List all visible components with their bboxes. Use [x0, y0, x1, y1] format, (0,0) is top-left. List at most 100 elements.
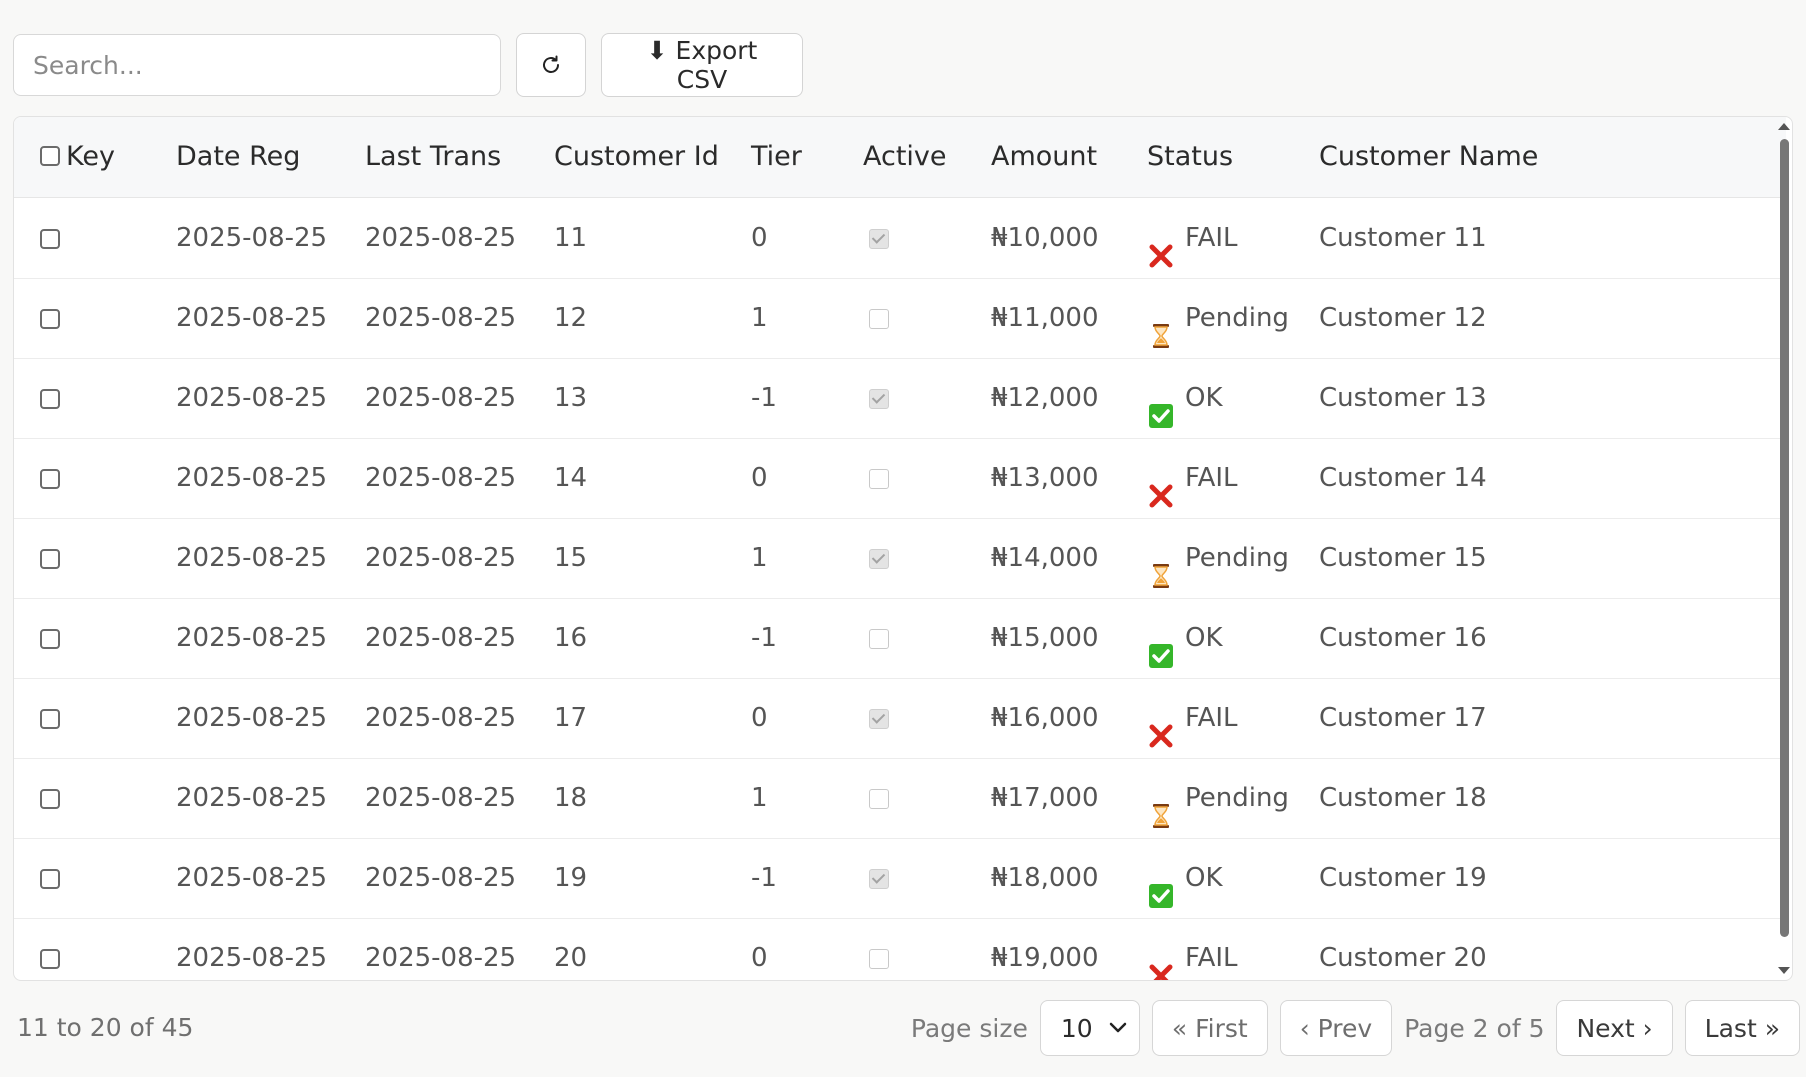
cell-last-trans: 2025-08-25 [365, 463, 517, 493]
row-select-checkbox[interactable] [40, 438, 60, 518]
column-header-amount[interactable]: Amount [991, 117, 1097, 197]
cell-amount: ₦11,000 [991, 303, 1099, 333]
cell-tier: 0 [751, 703, 768, 733]
refresh-button[interactable] [516, 33, 586, 97]
table-row[interactable]: 2025-08-25 2025-08-25 16 -1 ₦15,000 OK Custome… [14, 598, 1786, 679]
status-text: OK [1185, 863, 1223, 893]
first-page-button[interactable]: « First [1151, 1000, 1268, 1056]
export-csv-button[interactable]: ⬇ Export CSV [601, 33, 803, 97]
vertical-scrollbar[interactable] [1778, 117, 1790, 980]
check-mark-icon [1147, 862, 1175, 908]
row-select-checkbox[interactable] [40, 918, 60, 980]
status-text: Pending [1185, 303, 1289, 333]
cell-amount: ₦10,000 [991, 223, 1099, 253]
row-select-checkbox[interactable] [40, 838, 60, 918]
row-select-checkbox[interactable] [40, 358, 60, 438]
prev-page-button[interactable]: ‹ Prev [1279, 1000, 1393, 1056]
column-header-key[interactable]: Key [40, 117, 115, 197]
cell-customer-id: 11 [554, 223, 588, 253]
row-checkbox[interactable] [40, 788, 60, 809]
cell-status: Pending [1147, 278, 1289, 358]
last-page-button[interactable]: Last » [1684, 1000, 1800, 1056]
active-unchecked-checkbox [869, 948, 889, 969]
row-checkbox[interactable] [40, 948, 60, 969]
row-select-checkbox[interactable] [40, 598, 60, 678]
cell-last-trans: 2025-08-25 [365, 303, 517, 333]
cell-status: FAIL [1147, 438, 1238, 518]
active-checked-checkbox [869, 548, 889, 569]
cell-customer-name: Customer 11 [1319, 223, 1487, 253]
scrollbar-thumb[interactable] [1780, 139, 1789, 937]
next-page-button[interactable]: Next › [1556, 1000, 1673, 1056]
status-text: Pending [1185, 783, 1289, 813]
cell-active [869, 918, 889, 980]
table-row[interactable]: 2025-08-25 2025-08-25 15 1 ₦14,000 Pending Cus… [14, 518, 1786, 599]
row-checkbox[interactable] [40, 548, 60, 569]
table-row[interactable]: 2025-08-25 2025-08-25 12 1 ₦11,000 Pending Cus… [14, 278, 1786, 359]
cell-active [869, 198, 889, 278]
cell-tier: 1 [751, 783, 768, 813]
column-header-active[interactable]: Active [863, 117, 947, 197]
cell-active [869, 598, 889, 678]
column-label-key: Key [66, 141, 115, 172]
cell-tier: -1 [751, 383, 777, 413]
cell-status: Pending [1147, 758, 1289, 838]
row-select-checkbox[interactable] [40, 198, 60, 278]
table-row[interactable]: 2025-08-25 2025-08-25 11 0 ₦10,000 FAIL Custom… [14, 198, 1786, 279]
cross-mark-icon [1147, 462, 1175, 507]
row-select-checkbox[interactable] [40, 678, 60, 758]
column-header-customer-name[interactable]: Customer Name [1319, 117, 1538, 197]
column-header-tier[interactable]: Tier [751, 117, 802, 197]
cell-status: OK [1147, 358, 1223, 438]
table-row[interactable]: 2025-08-25 2025-08-25 20 0 ₦19,000 FAIL Custom… [14, 918, 1786, 980]
row-checkbox[interactable] [40, 388, 60, 409]
column-header-customer-id[interactable]: Customer Id [554, 117, 719, 197]
cell-customer-id: 14 [554, 463, 588, 493]
search-input[interactable] [13, 34, 501, 96]
table-row[interactable]: 2025-08-25 2025-08-25 13 -1 ₦12,000 OK Custome… [14, 358, 1786, 439]
column-header-date-reg[interactable]: Date Reg [176, 117, 300, 197]
cell-date-reg: 2025-08-25 [176, 703, 328, 733]
cell-customer-id: 15 [554, 543, 588, 573]
table-row[interactable]: 2025-08-25 2025-08-25 17 0 ₦16,000 FAIL Custom… [14, 678, 1786, 759]
table-row[interactable]: 2025-08-25 2025-08-25 14 0 ₦13,000 FAIL Custom… [14, 438, 1786, 519]
row-select-checkbox[interactable] [40, 518, 60, 598]
cell-amount: ₦13,000 [991, 463, 1099, 493]
row-checkbox[interactable] [40, 708, 60, 729]
cell-customer-id: 12 [554, 303, 588, 333]
row-select-checkbox[interactable] [40, 278, 60, 358]
chevron-down-icon [1109, 1022, 1127, 1033]
row-checkbox[interactable] [40, 868, 60, 889]
scroll-up-arrow-icon[interactable] [1778, 123, 1790, 130]
scroll-down-arrow-icon[interactable] [1778, 967, 1790, 974]
row-select-checkbox[interactable] [40, 758, 60, 838]
column-header-status[interactable]: Status [1147, 117, 1233, 197]
cell-active [869, 758, 889, 838]
cell-customer-name: Customer 14 [1319, 463, 1487, 493]
row-checkbox[interactable] [40, 228, 60, 249]
cell-customer-name: Customer 18 [1319, 783, 1487, 813]
page-size-select[interactable]: 10 [1039, 1000, 1140, 1056]
row-checkbox[interactable] [40, 308, 60, 329]
page-size-label: Page size [910, 1013, 1028, 1043]
export-csv-label: ⬇ Export CSV [646, 36, 758, 94]
cell-status: OK [1147, 838, 1223, 918]
check-mark-icon [1147, 622, 1175, 668]
cell-status: FAIL [1147, 198, 1238, 278]
active-unchecked-checkbox [869, 308, 889, 329]
cell-amount: ₦19,000 [991, 943, 1099, 973]
cell-last-trans: 2025-08-25 [365, 863, 517, 893]
active-unchecked-checkbox [869, 468, 889, 489]
cell-tier: 0 [751, 223, 768, 253]
row-checkbox[interactable] [40, 628, 60, 649]
table-row[interactable]: 2025-08-25 2025-08-25 18 1 ₦17,000 Pending Cus… [14, 758, 1786, 839]
select-all-checkbox[interactable] [40, 146, 60, 166]
status-text: FAIL [1185, 943, 1238, 973]
cell-tier: -1 [751, 623, 777, 653]
table-row[interactable]: 2025-08-25 2025-08-25 19 -1 ₦18,000 OK Custome… [14, 838, 1786, 919]
cell-active [869, 278, 889, 358]
column-header-last-trans[interactable]: Last Trans [365, 117, 501, 197]
row-checkbox[interactable] [40, 468, 60, 489]
cell-last-trans: 2025-08-25 [365, 543, 517, 573]
status-text: OK [1185, 623, 1223, 653]
